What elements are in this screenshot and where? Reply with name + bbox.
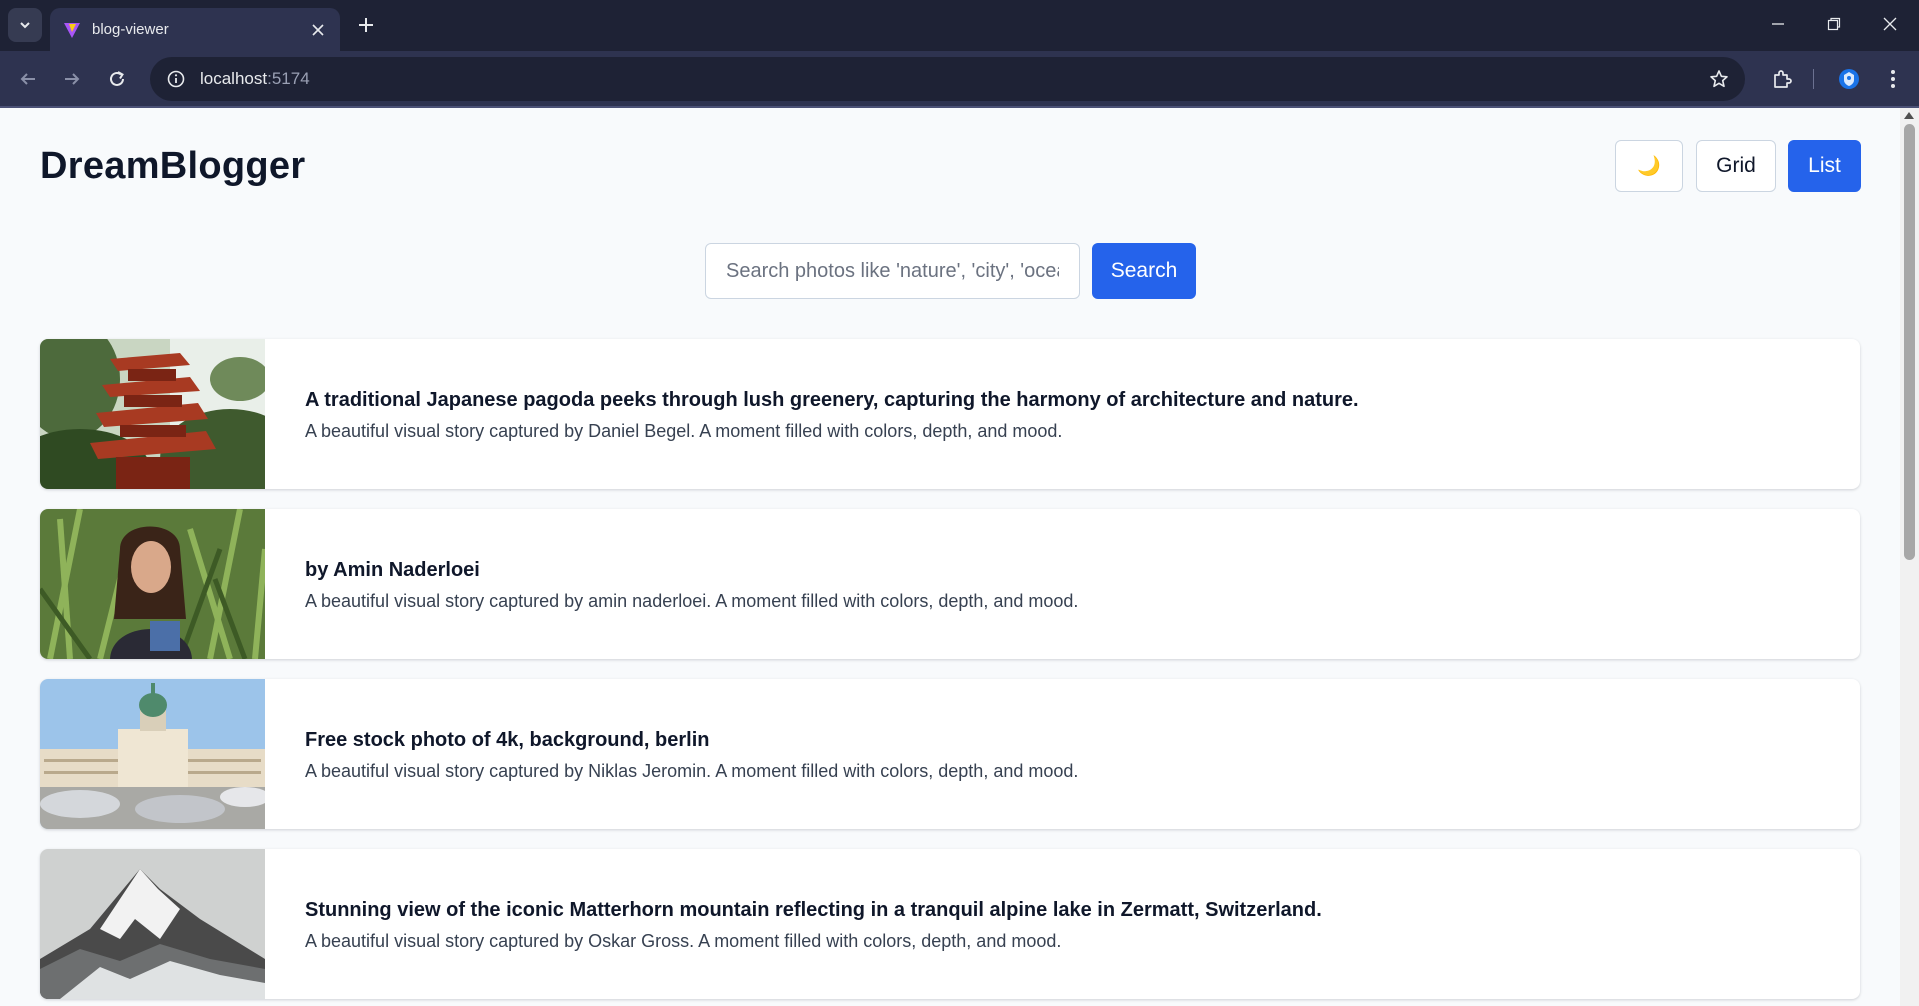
new-tab-button[interactable] [351,10,381,40]
browser-menu-button[interactable] [1877,63,1909,95]
site-info-icon[interactable] [162,65,190,93]
pagoda-photo[interactable] [40,339,265,489]
post-description: A beautiful visual story captured by Osk… [305,931,1062,951]
puzzle-icon [1774,70,1792,88]
tab-title: blog-viewer [92,21,169,38]
close-window-button[interactable] [1862,0,1918,48]
brand-title: DreamBlogger [40,145,306,187]
back-button[interactable] [12,63,44,95]
post-card[interactable]: A traditional Japanese pagoda peeks thro… [40,339,1860,489]
reload-button[interactable] [101,63,133,95]
chevron-down-icon [20,22,30,29]
more-vertical-icon [1891,70,1895,88]
moon-icon: 🌙 [1637,156,1661,177]
mountain-photo[interactable] [40,849,265,999]
restore-button[interactable] [1806,0,1862,48]
scroll-up-arrow-icon[interactable] [1904,112,1914,119]
post-title[interactable]: by Amin Naderloei [305,559,480,582]
bookmark-star-icon[interactable] [1707,67,1731,91]
browser-tab[interactable]: blog-viewer [50,8,340,51]
minimize-button[interactable] [1750,0,1806,48]
url-port: :5174 [267,69,310,88]
post-card[interactable]: Stunning view of the iconic Matterhorn m… [40,849,1860,999]
post-description: A beautiful visual story captured by Dan… [305,421,1063,441]
profile-button[interactable] [1833,63,1865,95]
arrow-left-icon [20,73,35,85]
post-card[interactable]: by Amin Naderloei A beautiful visual sto… [40,509,1860,659]
portrait-photo[interactable] [40,509,265,659]
post-title[interactable]: A traditional Japanese pagoda peeks thro… [305,389,1359,412]
forward-button[interactable] [56,63,88,95]
palace-photo[interactable] [40,679,265,829]
profile-avatar-icon [1839,69,1859,89]
post-card[interactable]: Free stock photo of 4k, background, berl… [40,679,1860,829]
search-input[interactable] [705,243,1080,299]
post-title[interactable]: Stunning view of the iconic Matterhorn m… [305,899,1322,922]
page-scrollbar[interactable] [1900,108,1919,1006]
close-icon [1883,17,1897,31]
post-title[interactable]: Free stock photo of 4k, background, berl… [305,729,710,752]
close-tab-icon[interactable] [308,20,328,40]
reload-icon [110,71,124,86]
url-host: localhost [200,69,268,88]
url-text: localhost:5174 [200,69,310,89]
theme-toggle-button[interactable]: 🌙 [1615,140,1683,192]
tab-search-button[interactable] [8,8,42,42]
search-button[interactable]: Search [1092,243,1196,299]
minimize-icon [1772,23,1784,25]
address-bar[interactable]: localhost:5174 [150,57,1745,101]
post-description: A beautiful visual story captured by ami… [305,591,1079,611]
arrow-right-icon [65,73,80,85]
scrollbar-thumb[interactable] [1904,124,1915,560]
restore-icon [1827,17,1841,31]
post-description: A beautiful visual story captured by Nik… [305,761,1079,781]
extensions-button[interactable] [1766,63,1798,95]
list-view-button[interactable]: List [1788,140,1861,192]
plus-icon [359,18,373,32]
grid-view-button[interactable]: Grid [1696,140,1776,192]
browser-toolbar: localhost:5174 [0,51,1919,108]
page-viewport: DreamBlogger 🌙 Grid List Search photos l… [0,108,1900,1006]
toolbar-separator [1813,69,1814,89]
browser-tabstrip: blog-viewer [0,0,1919,51]
vite-logo-icon [62,20,82,40]
